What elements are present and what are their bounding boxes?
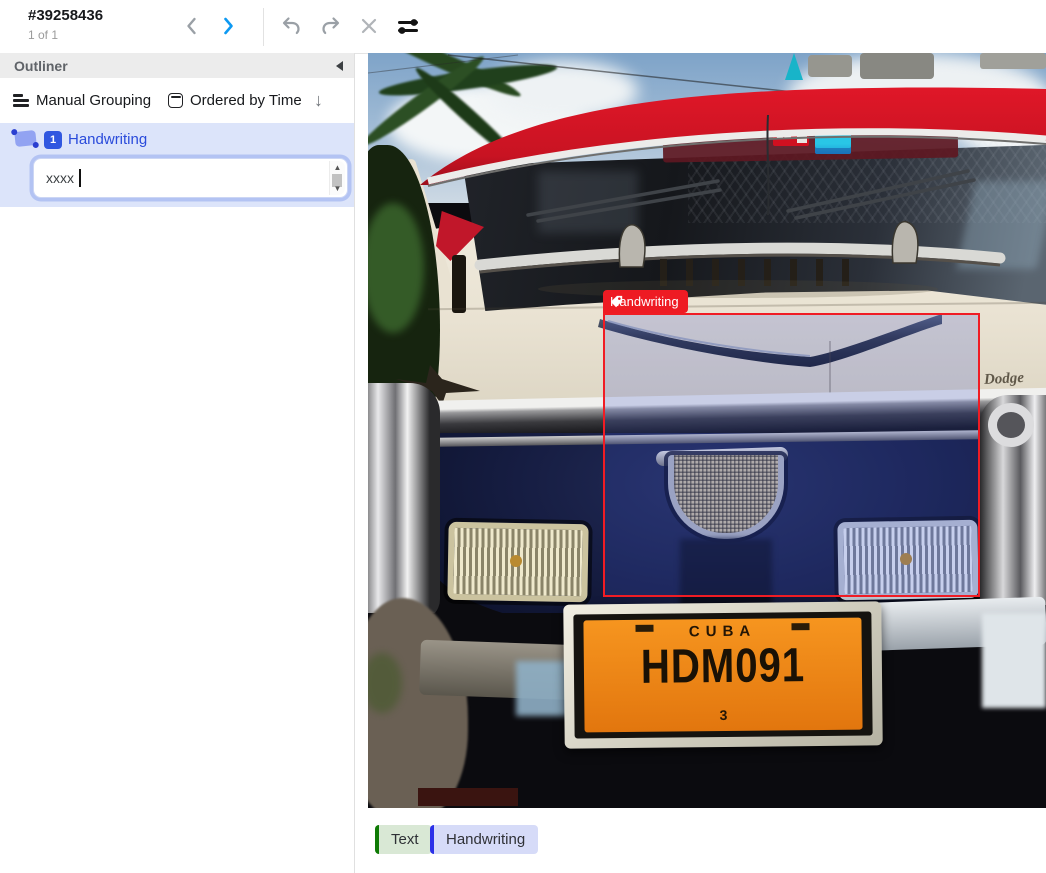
task-image[interactable]: 12 <box>368 53 1046 808</box>
close-icon <box>358 15 380 37</box>
top-toolbar: #39258436 1 of 1 <box>0 0 1046 54</box>
outliner-panel: Outliner Manual Grouping Ordered by Time… <box>0 53 355 873</box>
order-label: Ordered by Time <box>190 92 302 109</box>
chevron-left-icon <box>180 14 204 38</box>
scroll-down-icon[interactable]: ▼ <box>330 184 345 193</box>
text-caret <box>79 169 81 187</box>
toolbar-divider <box>263 8 264 46</box>
grouping-label: Manual Grouping <box>36 92 151 109</box>
region-index-badge: 1 <box>44 131 62 149</box>
label-text: Text <box>391 831 419 848</box>
task-count: 1 of 1 <box>28 28 58 42</box>
window-icon <box>168 93 183 108</box>
outliner-header: Outliner <box>0 53 354 78</box>
redo-button[interactable] <box>317 12 345 40</box>
region-block-selected: 1 Handwriting xxxx ▲ ▼ <box>0 123 354 207</box>
photo-bumper-guard-left <box>368 383 440 621</box>
order-selector[interactable]: Ordered by Time <box>168 78 302 123</box>
photo-lower-bright-right <box>982 613 1046 708</box>
outliner-title: Outliner <box>14 58 68 74</box>
chevron-right-icon <box>216 14 240 38</box>
bbox-label-badge[interactable]: Handwriting <box>603 290 688 313</box>
outliner-controls: Manual Grouping Ordered by Time ↓ <box>0 78 354 123</box>
collapse-panel-icon[interactable] <box>336 61 343 71</box>
photo-fog-light-bulb <box>510 555 522 567</box>
redo-icon <box>319 14 343 38</box>
photo-sky-reflection <box>516 661 568 716</box>
reset-button[interactable] <box>355 12 383 40</box>
license-plate: CUBA HDM091 3 <box>583 618 862 733</box>
undo-button[interactable] <box>277 12 305 40</box>
label-button-handwriting[interactable]: Handwriting <box>430 825 538 854</box>
input-scrollbar[interactable]: ▲ ▼ <box>329 161 345 195</box>
labeling-app: #39258436 1 of 1 <box>0 0 1046 873</box>
region-label: Handwriting <box>68 131 147 148</box>
bbox-region-border[interactable] <box>603 313 980 597</box>
photo-guard-cap-ring <box>988 403 1034 447</box>
photo-red-patch <box>418 788 518 806</box>
task-id: #39258436 <box>28 7 103 24</box>
undo-icon <box>279 14 303 38</box>
settings-button[interactable] <box>394 12 422 40</box>
rectangle-region-icon <box>14 130 36 147</box>
sort-direction-button[interactable]: ↓ <box>314 78 323 123</box>
sliders-icon <box>395 13 421 39</box>
tag-icon <box>610 295 623 308</box>
plate-number: HDM091 <box>606 638 840 695</box>
next-task-button[interactable] <box>214 12 242 40</box>
list-icon <box>13 92 29 110</box>
label-text: Handwriting <box>446 831 525 848</box>
grouping-selector[interactable]: Manual Grouping <box>13 78 151 123</box>
prev-task-button[interactable] <box>178 12 206 40</box>
label-button-text[interactable]: Text <box>375 825 432 854</box>
region-row[interactable]: 1 Handwriting <box>0 123 354 158</box>
photo-dodge-emblem: Dodge <box>984 370 1025 389</box>
region-text-input[interactable]: xxxx ▲ ▼ <box>33 158 348 198</box>
scroll-up-icon[interactable]: ▲ <box>330 163 345 172</box>
region-text-value: xxxx <box>46 159 74 197</box>
plate-serial: 3 <box>584 706 862 725</box>
